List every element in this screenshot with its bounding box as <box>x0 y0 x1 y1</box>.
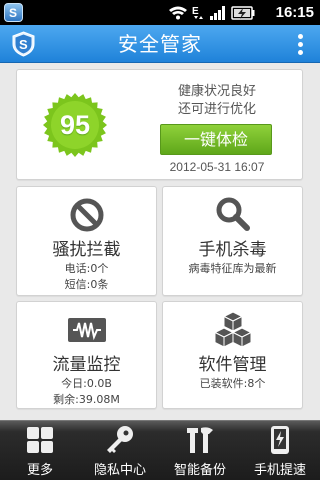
health-status-line2: 还可进行优化 <box>177 102 256 117</box>
wifi-icon <box>169 6 187 20</box>
feature-title: 手机杀毒 <box>198 240 267 260</box>
data-e-icon: E <box>192 6 203 19</box>
page-title: 安全管家 <box>118 32 202 56</box>
svg-text:E: E <box>192 6 199 17</box>
traffic-meter-icon <box>67 318 106 342</box>
phone-boost-icon <box>271 426 289 454</box>
feature-title: 骚扰拦截 <box>52 240 121 260</box>
one-click-check-button[interactable]: 一键体检 <box>160 124 272 155</box>
nav-item-more[interactable]: 更多 <box>0 421 80 480</box>
health-card[interactable]: 95 健康状况良好 还可进行优化 一键体检 2012-05-31 16:07 <box>16 69 303 180</box>
feature-detail: 已装软件:8个 <box>199 377 266 390</box>
battery-charging-icon <box>231 6 255 20</box>
key-icon <box>107 426 133 453</box>
status-bar: S E 16:15 <box>0 0 320 25</box>
feature-detail: 短信:0条 <box>64 278 109 291</box>
overflow-menu-icon[interactable] <box>296 34 304 56</box>
cubes-icon <box>213 311 252 348</box>
nav-item-privacy[interactable]: 隐私中心 <box>80 421 160 480</box>
nav-item-backup[interactable]: 智能备份 <box>160 421 240 480</box>
tools-icon <box>187 427 213 453</box>
feature-detail: 病毒特征库为最新 <box>188 262 277 275</box>
clock: 16:15 <box>275 4 314 21</box>
block-icon <box>70 198 103 232</box>
feature-card-harass-block[interactable]: 骚扰拦截 电话:0个 短信:0条 <box>16 186 157 296</box>
nav-label: 手机提速 <box>253 463 306 478</box>
feature-title: 流量监控 <box>52 355 121 375</box>
feature-detail: 电话:0个 <box>64 262 109 275</box>
feature-card-app-manager[interactable]: 软件管理 已装软件:8个 <box>162 301 303 409</box>
svg-text:S: S <box>9 6 17 20</box>
feature-detail: 今日:0.0B <box>61 377 112 390</box>
grid-icon <box>27 427 53 453</box>
nav-label: 隐私中心 <box>93 463 146 478</box>
health-score: 95 <box>59 110 91 140</box>
feature-detail: 剩余:39.08M <box>53 393 120 406</box>
nav-item-speedup[interactable]: 手机提速 <box>240 421 320 480</box>
nav-label: 智能备份 <box>173 463 226 478</box>
magnifier-icon <box>216 197 250 231</box>
title-bar: S 安全管家 <box>0 25 320 63</box>
nav-label: 更多 <box>26 463 53 478</box>
app-icon: S <box>4 3 23 22</box>
bottom-nav: 更多 隐私中心 智能备份 手机提速 <box>0 420 320 480</box>
feature-card-antivirus[interactable]: 手机杀毒 病毒特征库为最新 <box>162 186 303 296</box>
signal-icon <box>210 6 225 20</box>
feature-card-traffic-monitor[interactable]: 流量监控 今日:0.0B 剩余:39.08M <box>16 301 157 409</box>
feature-title: 软件管理 <box>198 355 267 375</box>
last-check-time: 2012-05-31 16:07 <box>169 160 265 174</box>
health-status-line1: 健康状况良好 <box>177 84 256 99</box>
status-icons: E <box>169 6 255 20</box>
